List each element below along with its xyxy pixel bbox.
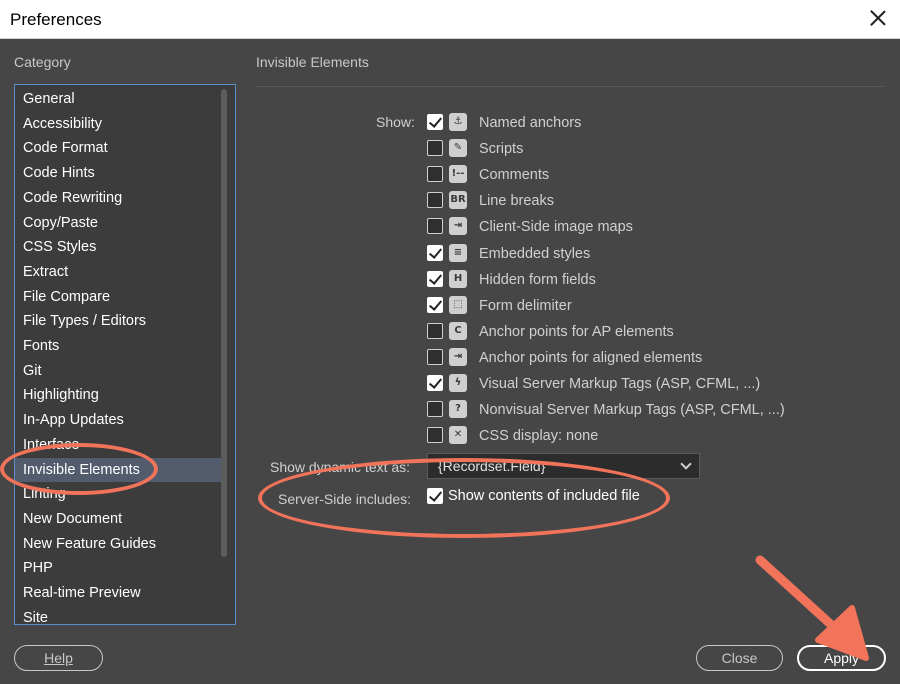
- help-button[interactable]: Help: [14, 645, 103, 671]
- show-option-checkbox[interactable]: [427, 166, 443, 183]
- show-option-checkbox[interactable]: [427, 322, 443, 339]
- category-item[interactable]: Code Rewriting: [15, 186, 221, 210]
- category-list[interactable]: Site Real-time Preview PHP New Feature Guid…: [14, 84, 236, 625]
- show-option-checkbox[interactable]: [427, 244, 443, 261]
- ap-anchor-icon: C: [449, 321, 467, 340]
- show-option-label: Named anchors: [479, 115, 582, 131]
- show-option-label: Comments: [479, 167, 550, 184]
- show-option-label: Line breaks: [479, 193, 554, 210]
- aligned-anchor-icon: ⇥: [449, 347, 467, 366]
- show-option-label: Anchor points for aligned elements: [479, 349, 703, 366]
- scrollbar-thumb[interactable]: [221, 89, 227, 557]
- show-option-checkbox[interactable]: [427, 192, 443, 209]
- show-option-label: Hidden form fields: [479, 271, 596, 288]
- category-item[interactable]: Fonts: [15, 334, 221, 358]
- show-option-checkbox[interactable]: [427, 348, 443, 365]
- annotation-oval-invisible-elements: [0, 443, 158, 495]
- category-item[interactable]: File Types / Editors: [15, 309, 221, 333]
- comment-icon: !--: [449, 165, 467, 184]
- show-option-checkbox[interactable]: [427, 401, 443, 418]
- category-item[interactable]: Extract: [15, 260, 221, 284]
- show-option-label: Embedded styles: [479, 245, 591, 262]
- category-item[interactable]: Copy/Paste: [15, 211, 221, 235]
- category-item[interactable]: File Compare: [15, 285, 221, 309]
- category-item[interactable]: Code Format: [15, 136, 221, 160]
- show-option-checkbox[interactable]: [427, 140, 443, 157]
- category-item[interactable]: Accessibility: [15, 112, 221, 136]
- help-button-label: Help: [44, 650, 73, 666]
- category-item[interactable]: New Feature Guides: [15, 532, 221, 556]
- category-item[interactable]: New Document: [15, 507, 221, 531]
- show-option-checkbox[interactable]: [427, 296, 443, 313]
- image-map-icon: ⇥: [449, 217, 467, 236]
- show-option-checkbox[interactable]: [427, 375, 443, 391]
- anchor-icon: ⚓: [449, 113, 467, 131]
- show-option-checkbox[interactable]: [427, 427, 443, 444]
- section-title: Invisible Elements: [256, 54, 369, 70]
- line-break-icon: BR: [449, 191, 467, 210]
- form-delimiter-icon: ⬚: [449, 295, 467, 314]
- nonvisual-tag-icon: ?: [449, 400, 467, 419]
- category-item[interactable]: Highlighting: [15, 383, 221, 407]
- category-item[interactable]: CSS Styles: [15, 235, 221, 259]
- show-option-label: Client-Side image maps: [479, 219, 633, 236]
- display-none-icon: ✕: [449, 426, 467, 445]
- show-option-label: Nonvisual Server Markup Tags (ASP, CFML,…: [479, 402, 785, 419]
- hidden-field-icon: H: [449, 269, 467, 288]
- annotation-arrow-icon: [755, 555, 869, 661]
- style-icon: ≡: [449, 243, 467, 262]
- category-item[interactable]: In-App Updates: [15, 408, 221, 432]
- category-item[interactable]: General: [15, 87, 221, 111]
- window-title: Preferences: [10, 10, 102, 29]
- show-option-label: Anchor points for AP elements: [479, 323, 674, 340]
- annotation-oval-server-side: [258, 458, 670, 538]
- show-option-label: CSS display: none: [479, 428, 599, 445]
- show-label: Show:: [376, 114, 415, 130]
- section-divider: [256, 86, 884, 87]
- show-option-label: Scripts: [479, 141, 524, 158]
- show-option-label: Visual Server Markup Tags (ASP, CFML, ..…: [479, 376, 761, 392]
- category-item[interactable]: PHP: [15, 556, 221, 580]
- category-item[interactable]: Real-time Preview: [15, 581, 221, 605]
- close-icon[interactable]: [868, 8, 888, 28]
- chevron-down-icon: [680, 458, 692, 470]
- category-item[interactable]: Site: [15, 606, 221, 624]
- category-heading: Category: [14, 54, 71, 70]
- title-bar: Preferences: [0, 0, 900, 39]
- show-option-checkbox[interactable]: [427, 218, 443, 235]
- server-tag-icon: ϟ: [449, 374, 467, 392]
- script-icon: ✎: [449, 139, 467, 158]
- category-item[interactable]: Git: [15, 359, 221, 383]
- category-item[interactable]: Code Hints: [15, 161, 221, 185]
- show-option-checkbox[interactable]: [427, 114, 443, 130]
- show-option-checkbox[interactable]: [427, 270, 443, 287]
- show-option-label: Form delimiter: [479, 297, 572, 314]
